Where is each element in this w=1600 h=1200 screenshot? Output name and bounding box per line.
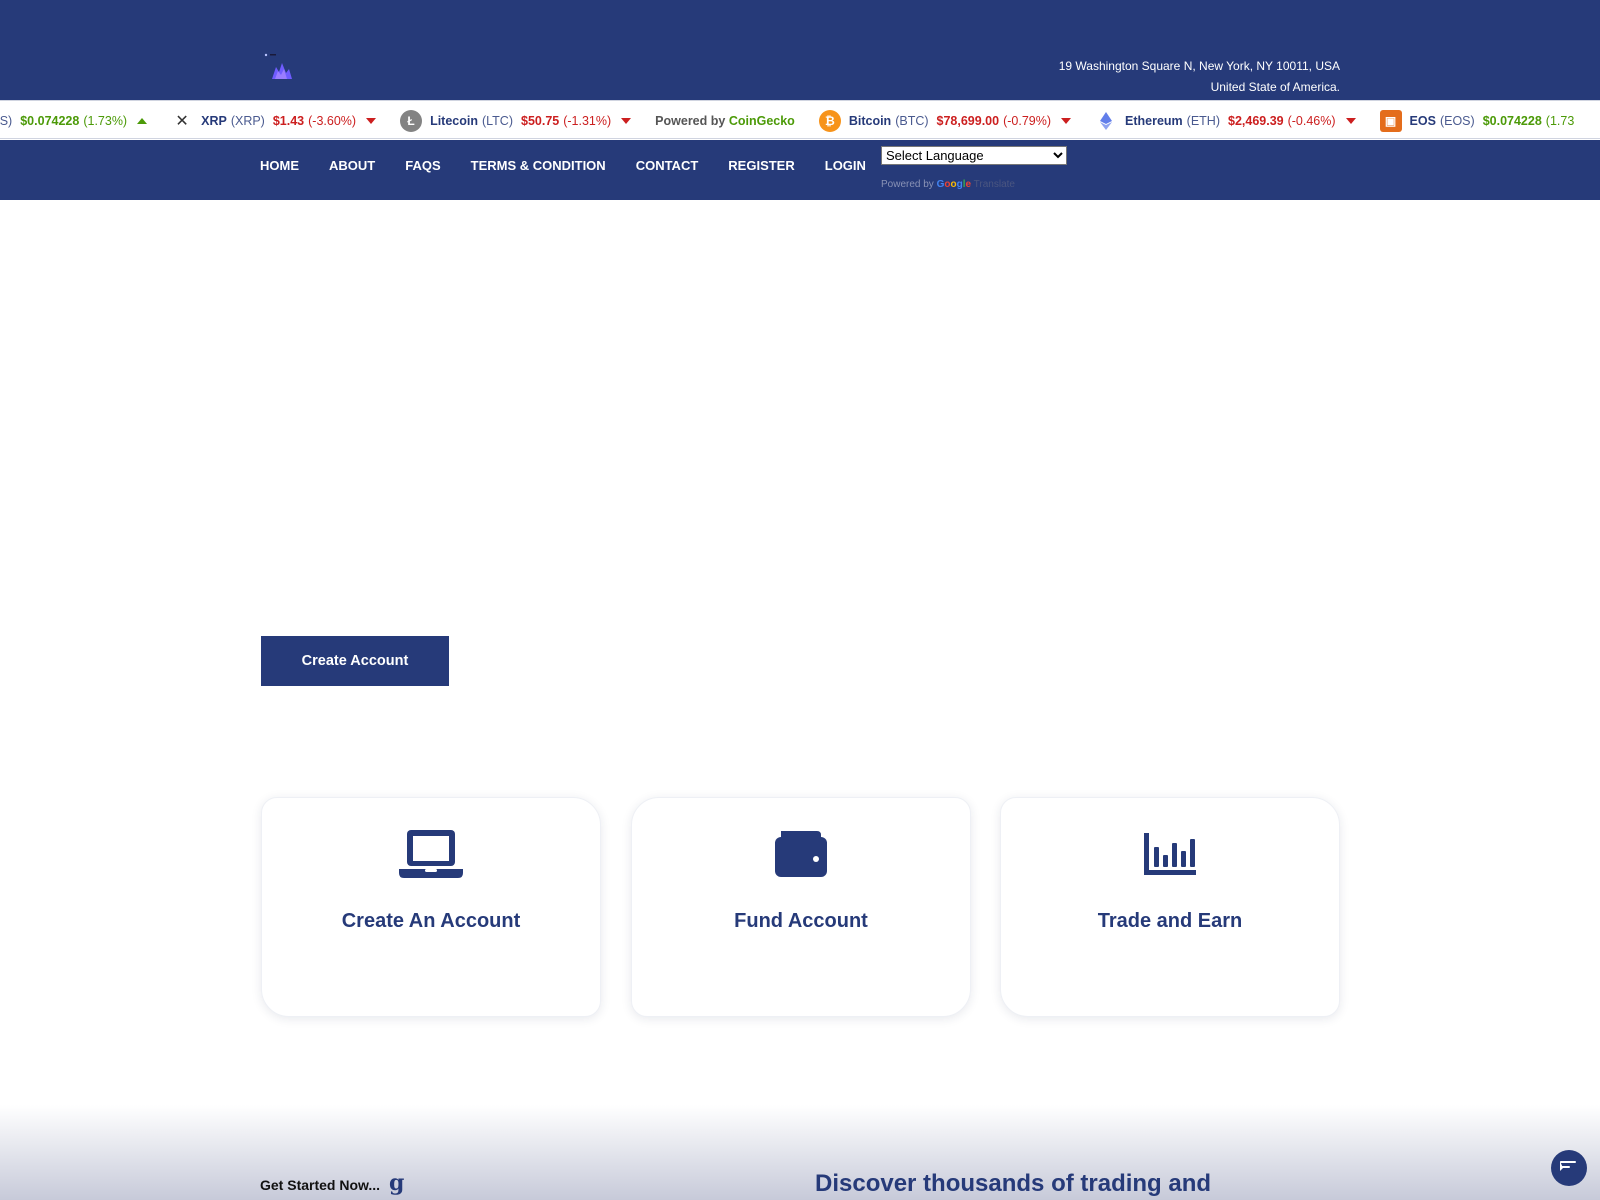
crypto-price-ticker: OS) $0.074228 (1.73%) ✕ XRP (XRP) $1.43 …: [0, 100, 1600, 139]
ticker-item-ethereum[interactable]: Ethereum (ETH) $2,469.39 (-0.46%): [1095, 110, 1356, 132]
site-logo[interactable]: [262, 52, 296, 82]
top-header: 19 Washington Square N, New York, NY 100…: [0, 0, 1600, 100]
nav-login[interactable]: LOGIN: [825, 158, 866, 173]
bitcoin-icon: ₿: [818, 109, 841, 132]
ticker-coin-name: Ethereum: [1125, 113, 1183, 128]
wallet-icon: [775, 828, 827, 880]
ticker-change: (-0.79%): [1003, 113, 1052, 128]
ticker-item-eos-partial[interactable]: OS) $0.074228 (1.73%): [0, 113, 148, 128]
nav-terms[interactable]: TERMS & CONDITION: [471, 158, 606, 173]
chat-icon: [1560, 1159, 1578, 1178]
chat-widget-button[interactable]: [1551, 1150, 1587, 1186]
main-nav: HOME ABOUT FAQS TERMS & CONDITION CONTAC…: [260, 140, 896, 190]
powered-by-label: Powered by: [655, 113, 726, 128]
trend-up-icon: [137, 117, 148, 124]
step-card-fund-account: Fund Account: [631, 797, 971, 1017]
ticker-item-bitcoin[interactable]: ₿ Bitcoin (BTC) $78,699.00 (-0.79%): [818, 109, 1072, 132]
trend-down-icon: [1345, 117, 1356, 124]
ticker-item-eos[interactable]: ▣ EOS (EOS) $0.074228 (1.73: [1379, 109, 1585, 132]
address-line-1: 19 Washington Square N, New York, NY 100…: [1058, 59, 1340, 73]
language-select[interactable]: Select Language: [881, 146, 1067, 165]
ticker-item-litecoin[interactable]: Ł Litecoin (LTC) $50.75 (-1.31%): [400, 109, 632, 132]
main-navbar: HOME ABOUT FAQS TERMS & CONDITION CONTAC…: [0, 140, 1600, 200]
translate-link[interactable]: Translate: [974, 179, 1015, 190]
ticker-price: $0.074228: [1482, 113, 1542, 128]
ticker-symbol: OS): [0, 113, 13, 128]
ticker-change: (-0.46%): [1287, 113, 1336, 128]
discover-heading: Discover thousands of trading and: [815, 1170, 1212, 1197]
google-powered-label: Powered by: [881, 179, 934, 190]
ticker-symbol: (XRP): [230, 113, 265, 128]
ticker-symbol: (EOS): [1439, 113, 1475, 128]
bottom-section-background: [0, 1105, 1600, 1200]
coingecko-attribution[interactable]: Powered by CoinGecko: [655, 114, 795, 128]
nav-contact[interactable]: CONTACT: [636, 158, 699, 173]
ticker-price: $78,699.00: [936, 113, 1000, 128]
google-logo: Google: [936, 179, 972, 190]
ticker-change: (-1.31%): [563, 113, 612, 128]
ticker-change: (1.73: [1545, 113, 1575, 128]
google-translate-attribution: Powered by Google Translate: [881, 179, 1015, 190]
laptop-icon: [399, 828, 463, 880]
language-selector[interactable]: Select Language: [881, 146, 1067, 165]
ticker-coin-name: XRP: [201, 113, 227, 128]
ticker-price: $50.75: [521, 113, 560, 128]
ticker-symbol: (BTC): [895, 113, 929, 128]
ticker-item-xrp[interactable]: ✕ XRP (XRP) $1.43 (-3.60%): [171, 110, 377, 132]
nav-about[interactable]: ABOUT: [329, 158, 375, 173]
create-account-button[interactable]: Create Account: [261, 636, 449, 686]
nav-faqs[interactable]: FAQS: [405, 158, 440, 173]
ticker-coin-name: EOS: [1409, 113, 1436, 128]
step-title: Fund Account: [734, 910, 868, 932]
ticker-track: OS) $0.074228 (1.73%) ✕ XRP (XRP) $1.43 …: [0, 101, 1600, 138]
nav-register[interactable]: REGISTER: [728, 158, 794, 173]
get-started-text: Get Started Now...: [260, 1177, 381, 1193]
trend-down-icon: [621, 117, 632, 124]
ticker-change: (1.73%): [83, 113, 128, 128]
ticker-coin-name: Bitcoin: [848, 113, 892, 128]
step-card-trade-and-earn: Trade and Earn: [1000, 797, 1340, 1017]
nav-home[interactable]: HOME: [260, 158, 299, 173]
ticker-symbol: (ETH): [1186, 113, 1220, 128]
step-card-create-account: Create An Account: [261, 797, 601, 1017]
ticker-coin-name: Litecoin: [430, 113, 478, 128]
ticker-change: (-3.60%): [308, 113, 357, 128]
coingecko-link[interactable]: CoinGecko: [729, 114, 795, 128]
eos-icon: ▣: [1379, 109, 1402, 132]
trend-down-icon: [1061, 117, 1072, 124]
step-title: Create An Account: [341, 910, 521, 932]
company-address: 19 Washington Square N, New York, NY 100…: [1059, 56, 1340, 98]
ticker-price: $0.074228: [20, 113, 80, 128]
xrp-icon: ✕: [175, 112, 189, 130]
ticker-price: $2,469.39: [1228, 113, 1284, 128]
address-line-2: United State of America.: [1210, 80, 1340, 94]
ethereum-icon: [1095, 110, 1117, 132]
get-started-decoration: g: [389, 1170, 405, 1196]
litecoin-icon: Ł: [400, 109, 423, 132]
step-title: Trade and Earn: [1097, 910, 1243, 932]
trend-down-icon: [366, 117, 377, 124]
chart-bar-icon: [1144, 828, 1196, 880]
ticker-price: $1.43: [272, 113, 305, 128]
ticker-symbol: (LTC): [481, 113, 513, 128]
